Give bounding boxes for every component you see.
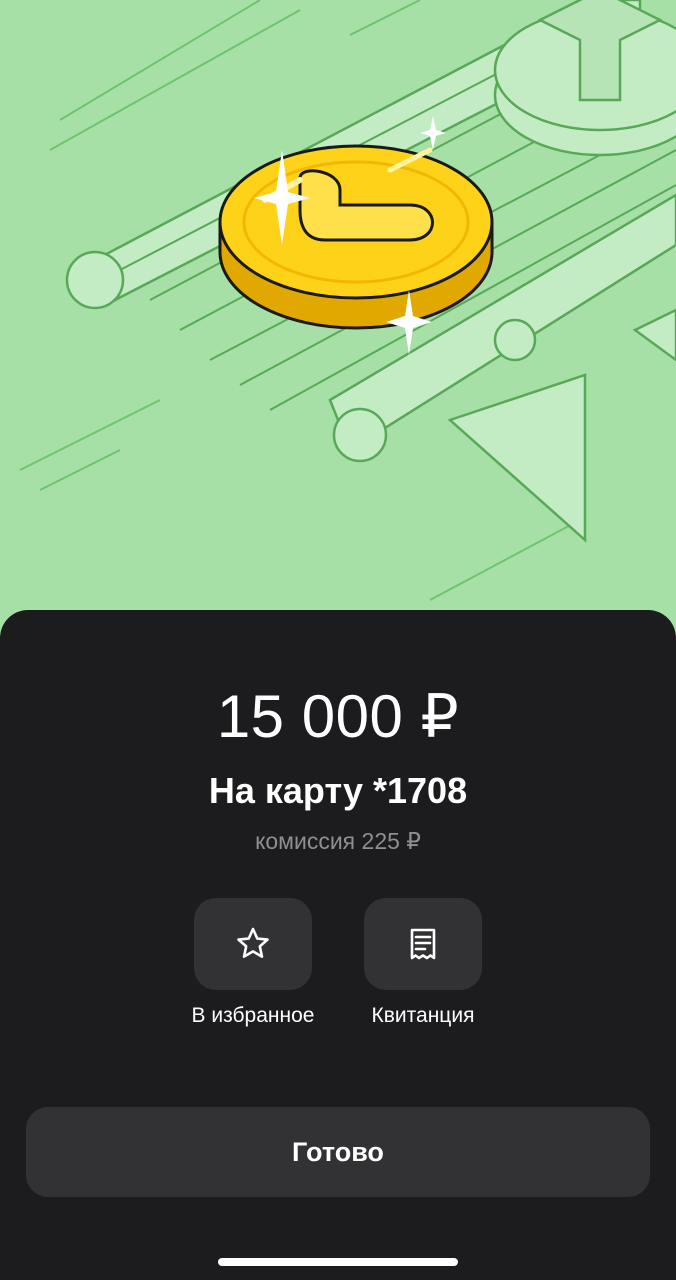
commission-text: комиссия 225 ₽ (255, 828, 421, 854)
hero-illustration (0, 0, 676, 640)
transfer-amount: 15 000 ₽ (216, 683, 460, 750)
result-sheet: 15 000 ₽ На карту *1708 комиссия 225 ₽ В… (0, 610, 676, 1280)
add-to-favorites-button[interactable] (194, 898, 312, 990)
done-button-label: Готово (292, 1136, 384, 1167)
receipt-icon (410, 928, 436, 960)
conveyor-coin-illustration (19, 0, 676, 601)
faded-coin-icon (493, 0, 676, 157)
transfer-destination: На карту *1708 (208, 770, 468, 811)
gold-coin-icon (218, 144, 494, 330)
add-to-favorites-action[interactable]: В избранное (163, 898, 343, 1028)
receipt-action[interactable]: Квитанция (333, 898, 513, 1028)
receipt-label: Квитанция (371, 1004, 475, 1027)
add-to-favorites-label: В избранное (191, 1004, 315, 1027)
receipt-button[interactable] (364, 898, 482, 990)
transfer-success-screen: 15 000 ₽ На карту *1708 комиссия 225 ₽ В… (0, 0, 676, 1280)
done-button[interactable]: Готово (26, 1107, 650, 1197)
home-indicator[interactable] (218, 1258, 458, 1266)
star-icon (237, 927, 269, 958)
